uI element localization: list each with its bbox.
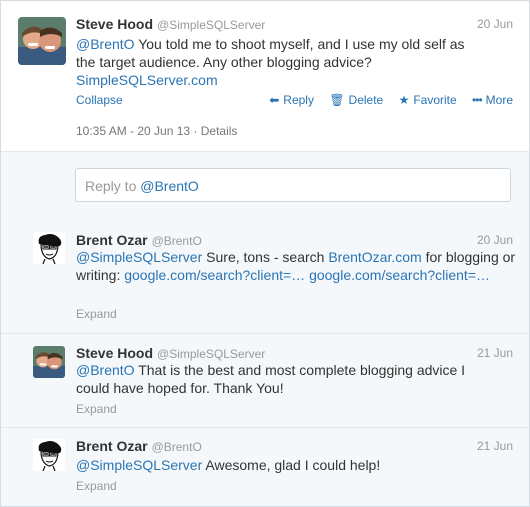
reply-author[interactable]: Steve Hood @SimpleSQLServer bbox=[76, 345, 265, 361]
expand-link[interactable]: Expand bbox=[76, 479, 117, 493]
avatar-cartoon-icon bbox=[33, 232, 65, 264]
reply-date[interactable]: 20 Jun bbox=[477, 233, 513, 247]
reply-author-name[interactable]: Steve Hood bbox=[76, 345, 153, 361]
reply-date[interactable]: 21 Jun bbox=[477, 439, 513, 453]
reply-author-handle[interactable]: @BrentO bbox=[152, 234, 202, 248]
avatar-photo-icon bbox=[18, 17, 66, 65]
tweet-author[interactable]: Steve Hood @SimpleSQLServer bbox=[76, 16, 265, 32]
reply-body: Awesome, glad I could help! bbox=[202, 457, 381, 473]
avatar-brent-ozar[interactable] bbox=[33, 439, 65, 471]
favorite-label: Favorite bbox=[413, 93, 457, 107]
reply-tweet[interactable]: Brent Ozar @BrentO 21 Jun @SimpleSQLServe… bbox=[1, 428, 529, 506]
reply-text: @BrentO That is the best and most comple… bbox=[76, 361, 476, 397]
avatar-photo-icon bbox=[33, 346, 65, 378]
reply-prefix: Reply to bbox=[85, 178, 141, 194]
reply-label: Reply bbox=[283, 93, 314, 107]
main-tweet[interactable]: Steve Hood @SimpleSQLServer 20 Jun @Brent… bbox=[1, 1, 529, 151]
delete-button[interactable]: 🗑 Delete bbox=[329, 93, 383, 107]
trash-icon: 🗑 bbox=[329, 93, 345, 107]
reply-area: Reply to @BrentO bbox=[1, 151, 529, 221]
avatar-brent-ozar[interactable] bbox=[33, 232, 65, 264]
expand-link[interactable]: Expand bbox=[76, 402, 117, 416]
url-link[interactable]: BrentOzar.com bbox=[328, 249, 421, 265]
avatar-cartoon-icon bbox=[33, 439, 65, 471]
tweet-actions: ⬅ Reply 🗑 Delete ★ Favorite ••• More bbox=[257, 93, 513, 107]
url-link[interactable]: google.com/search?client=… bbox=[124, 267, 305, 283]
reply-body: Sure, tons - search bbox=[202, 249, 329, 265]
url-link[interactable]: google.com/search?client=… bbox=[309, 267, 490, 283]
reply-author-handle[interactable]: @BrentO bbox=[152, 440, 202, 454]
mention-link[interactable]: @SimpleSQLServer bbox=[76, 249, 202, 265]
delete-label: Delete bbox=[348, 93, 384, 107]
more-button[interactable]: ••• More bbox=[472, 93, 513, 107]
reply-input[interactable]: Reply to @BrentO bbox=[75, 168, 511, 202]
reply-text: @SimpleSQLServer Awesome, glad I could h… bbox=[76, 456, 496, 474]
author-handle[interactable]: @SimpleSQLServer bbox=[157, 18, 265, 32]
tweet-timestamp[interactable]: 10:35 AM - 20 Jun 13 bbox=[76, 124, 190, 138]
tweet-conversation: Steve Hood @SimpleSQLServer 20 Jun @Brent… bbox=[0, 0, 530, 507]
reply-body: That is the best and most complete blogg… bbox=[76, 362, 466, 396]
reply-button[interactable]: ⬅ Reply bbox=[269, 93, 314, 107]
reply-date[interactable]: 21 Jun bbox=[477, 346, 513, 360]
favorite-button[interactable]: ★ Favorite bbox=[399, 93, 457, 107]
mention-link[interactable]: @BrentO bbox=[76, 36, 135, 52]
avatar-steve-hood[interactable] bbox=[18, 17, 66, 65]
reply-author-name[interactable]: Brent Ozar bbox=[76, 438, 148, 454]
mention-link[interactable]: @BrentO bbox=[76, 362, 135, 378]
expand-link[interactable]: Expand bbox=[76, 307, 117, 321]
mention-link[interactable]: @SimpleSQLServer bbox=[76, 457, 202, 473]
author-name[interactable]: Steve Hood bbox=[76, 16, 153, 32]
tweet-meta: 10:35 AM - 20 Jun 13 · Details bbox=[76, 124, 238, 138]
tweet-body: You told me to shoot myself, and I use m… bbox=[76, 36, 465, 70]
collapse-link[interactable]: Collapse bbox=[76, 93, 123, 107]
reply-text: @SimpleSQLServer Sure, tons - search Bre… bbox=[76, 248, 516, 284]
reply-author[interactable]: Brent Ozar @BrentO bbox=[76, 438, 202, 454]
reply-author-handle[interactable]: @SimpleSQLServer bbox=[157, 347, 265, 361]
reply-author-name[interactable]: Brent Ozar bbox=[76, 232, 148, 248]
avatar-steve-hood[interactable] bbox=[33, 346, 65, 378]
star-icon: ★ bbox=[398, 93, 410, 107]
url-link[interactable]: SimpleSQLServer.com bbox=[76, 72, 218, 88]
reply-tweet[interactable]: Steve Hood @SimpleSQLServer 21 Jun @Brent… bbox=[1, 334, 529, 428]
reply-mention: @BrentO bbox=[140, 178, 199, 194]
more-label: More bbox=[485, 93, 513, 107]
reply-tweet[interactable]: Brent Ozar @BrentO 20 Jun @SimpleSQLServe… bbox=[1, 220, 529, 334]
details-link[interactable]: Details bbox=[201, 124, 238, 138]
tweet-text: @BrentO You told me to shoot myself, and… bbox=[76, 35, 476, 89]
reply-author[interactable]: Brent Ozar @BrentO bbox=[76, 232, 202, 248]
tweet-date[interactable]: 20 Jun bbox=[477, 17, 513, 31]
reply-arrow-icon: ⬅ bbox=[269, 93, 280, 107]
more-dots-icon: ••• bbox=[472, 93, 483, 107]
